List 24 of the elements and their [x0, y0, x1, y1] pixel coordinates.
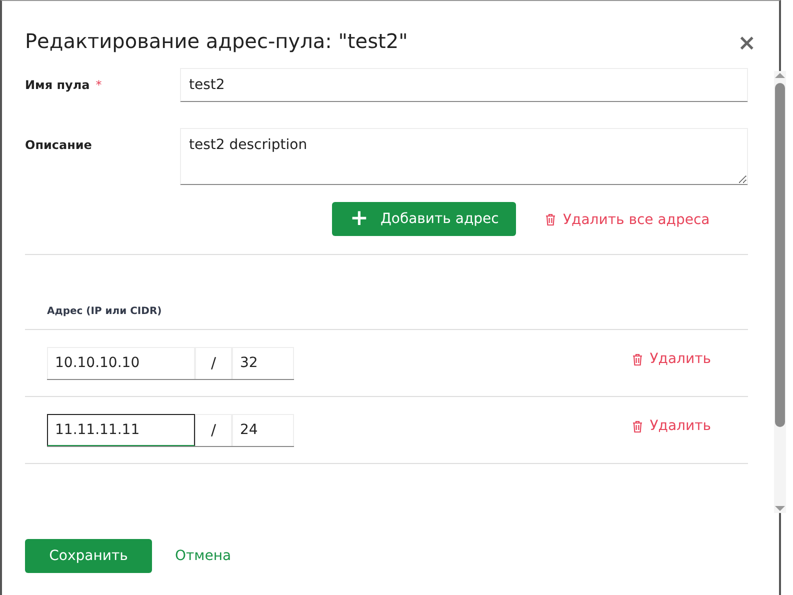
scrollbar[interactable] [774, 71, 786, 513]
required-mark: * [96, 78, 102, 92]
delete-all-button[interactable]: Удалить все адреса [545, 212, 710, 228]
cancel-link[interactable]: Отмена [175, 548, 232, 564]
scroll-down-icon[interactable] [774, 505, 786, 513]
description-field[interactable]: test2 description [180, 128, 748, 185]
trash-icon [632, 352, 643, 366]
ip-field[interactable]: 11.11.11.11 [47, 414, 195, 446]
ip-field[interactable]: 10.10.10.10 [47, 346, 195, 378]
delete-button[interactable]: Удалить [632, 351, 711, 367]
add-address-button[interactable]: + Добавить адрес [332, 202, 516, 236]
scroll-up-icon[interactable] [774, 71, 786, 79]
column-header: Адрес (IP или CIDR) [47, 306, 162, 317]
field-label: Имя пула [25, 78, 90, 92]
close-button[interactable]: × [738, 30, 756, 56]
trash-icon [545, 213, 556, 226]
delete-button[interactable]: Удалить [632, 418, 711, 434]
mask-field[interactable]: 24 [232, 414, 294, 446]
mask-field[interactable]: 32 [232, 346, 294, 378]
dialog-title: Редактирование адрес-пула: "test2" [25, 29, 409, 53]
save-button[interactable]: Сохранить [25, 539, 152, 573]
name-field[interactable]: test2 [180, 68, 748, 102]
field-label: Описание [25, 138, 92, 152]
trash-icon [632, 420, 643, 432]
